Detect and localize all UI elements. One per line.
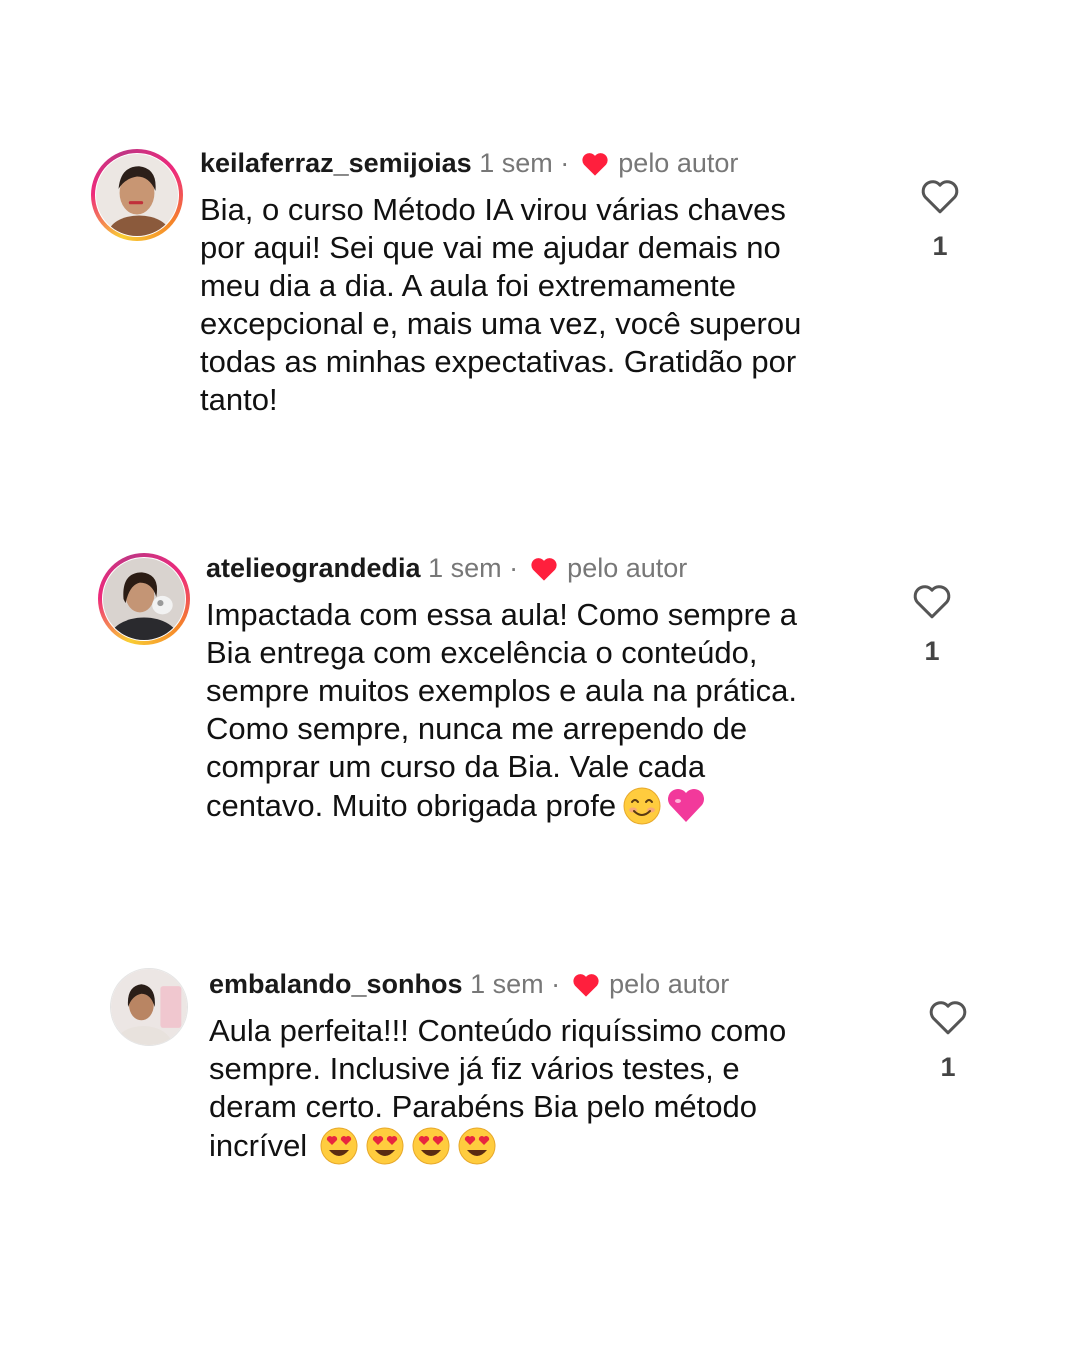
liked-by-author-label: pelo autor [609, 969, 730, 999]
avatar-photo-icon [111, 969, 187, 1045]
like-count: 1 [932, 231, 948, 261]
like-heart-icon[interactable] [920, 177, 960, 215]
like-heart-icon[interactable] [912, 582, 952, 620]
heart-eyes-emoji-icon [458, 1127, 496, 1165]
comment-text: Aula perfeita!!! Conteúdo riquíssimo com… [209, 1012, 889, 1166]
like-count: 1 [924, 636, 940, 666]
author-like-heart-icon [531, 558, 557, 581]
comment-text-body: Aula perfeita!!! Conteúdo riquíssimo com… [209, 1013, 787, 1163]
avatar[interactable] [98, 553, 190, 645]
like-count: 1 [940, 1052, 956, 1082]
username[interactable]: atelieograndedia [206, 553, 421, 583]
timestamp: 1 sem [428, 553, 502, 583]
liked-by-author-label: pelo autor [618, 148, 739, 178]
avatar[interactable] [110, 968, 188, 1046]
author-like-heart-icon [573, 974, 599, 997]
author-like-heart-icon [582, 153, 608, 176]
comment-text-body: Impactada com essa aula! Como sempre a B… [206, 597, 798, 823]
avatar-photo-icon [96, 154, 178, 236]
avatar[interactable] [91, 149, 183, 241]
separator: · [551, 969, 561, 999]
separator: · [560, 148, 570, 178]
comment-text: Impactada com essa aula! Como sempre a B… [206, 596, 886, 826]
liked-by-author-label: pelo autor [567, 553, 688, 583]
heart-eyes-emoji-icon [412, 1127, 450, 1165]
timestamp: 1 sem [479, 148, 553, 178]
heart-eyes-emoji-icon [320, 1127, 358, 1165]
separator: · [509, 553, 519, 583]
comment-text: Bia, o curso Método IA virou várias chav… [200, 192, 802, 417]
username[interactable]: embalando_sonhos [209, 969, 463, 999]
smiling-face-emoji-icon [623, 787, 661, 825]
emoji-row [307, 1127, 497, 1165]
avatar-photo-icon [103, 558, 185, 640]
username[interactable]: keilaferraz_semijoias [200, 148, 472, 178]
heart-eyes-emoji-icon [366, 1127, 404, 1165]
timestamp: 1 sem [470, 969, 544, 999]
like-heart-icon[interactable] [928, 998, 968, 1036]
pink-heart-emoji-icon [668, 789, 705, 822]
